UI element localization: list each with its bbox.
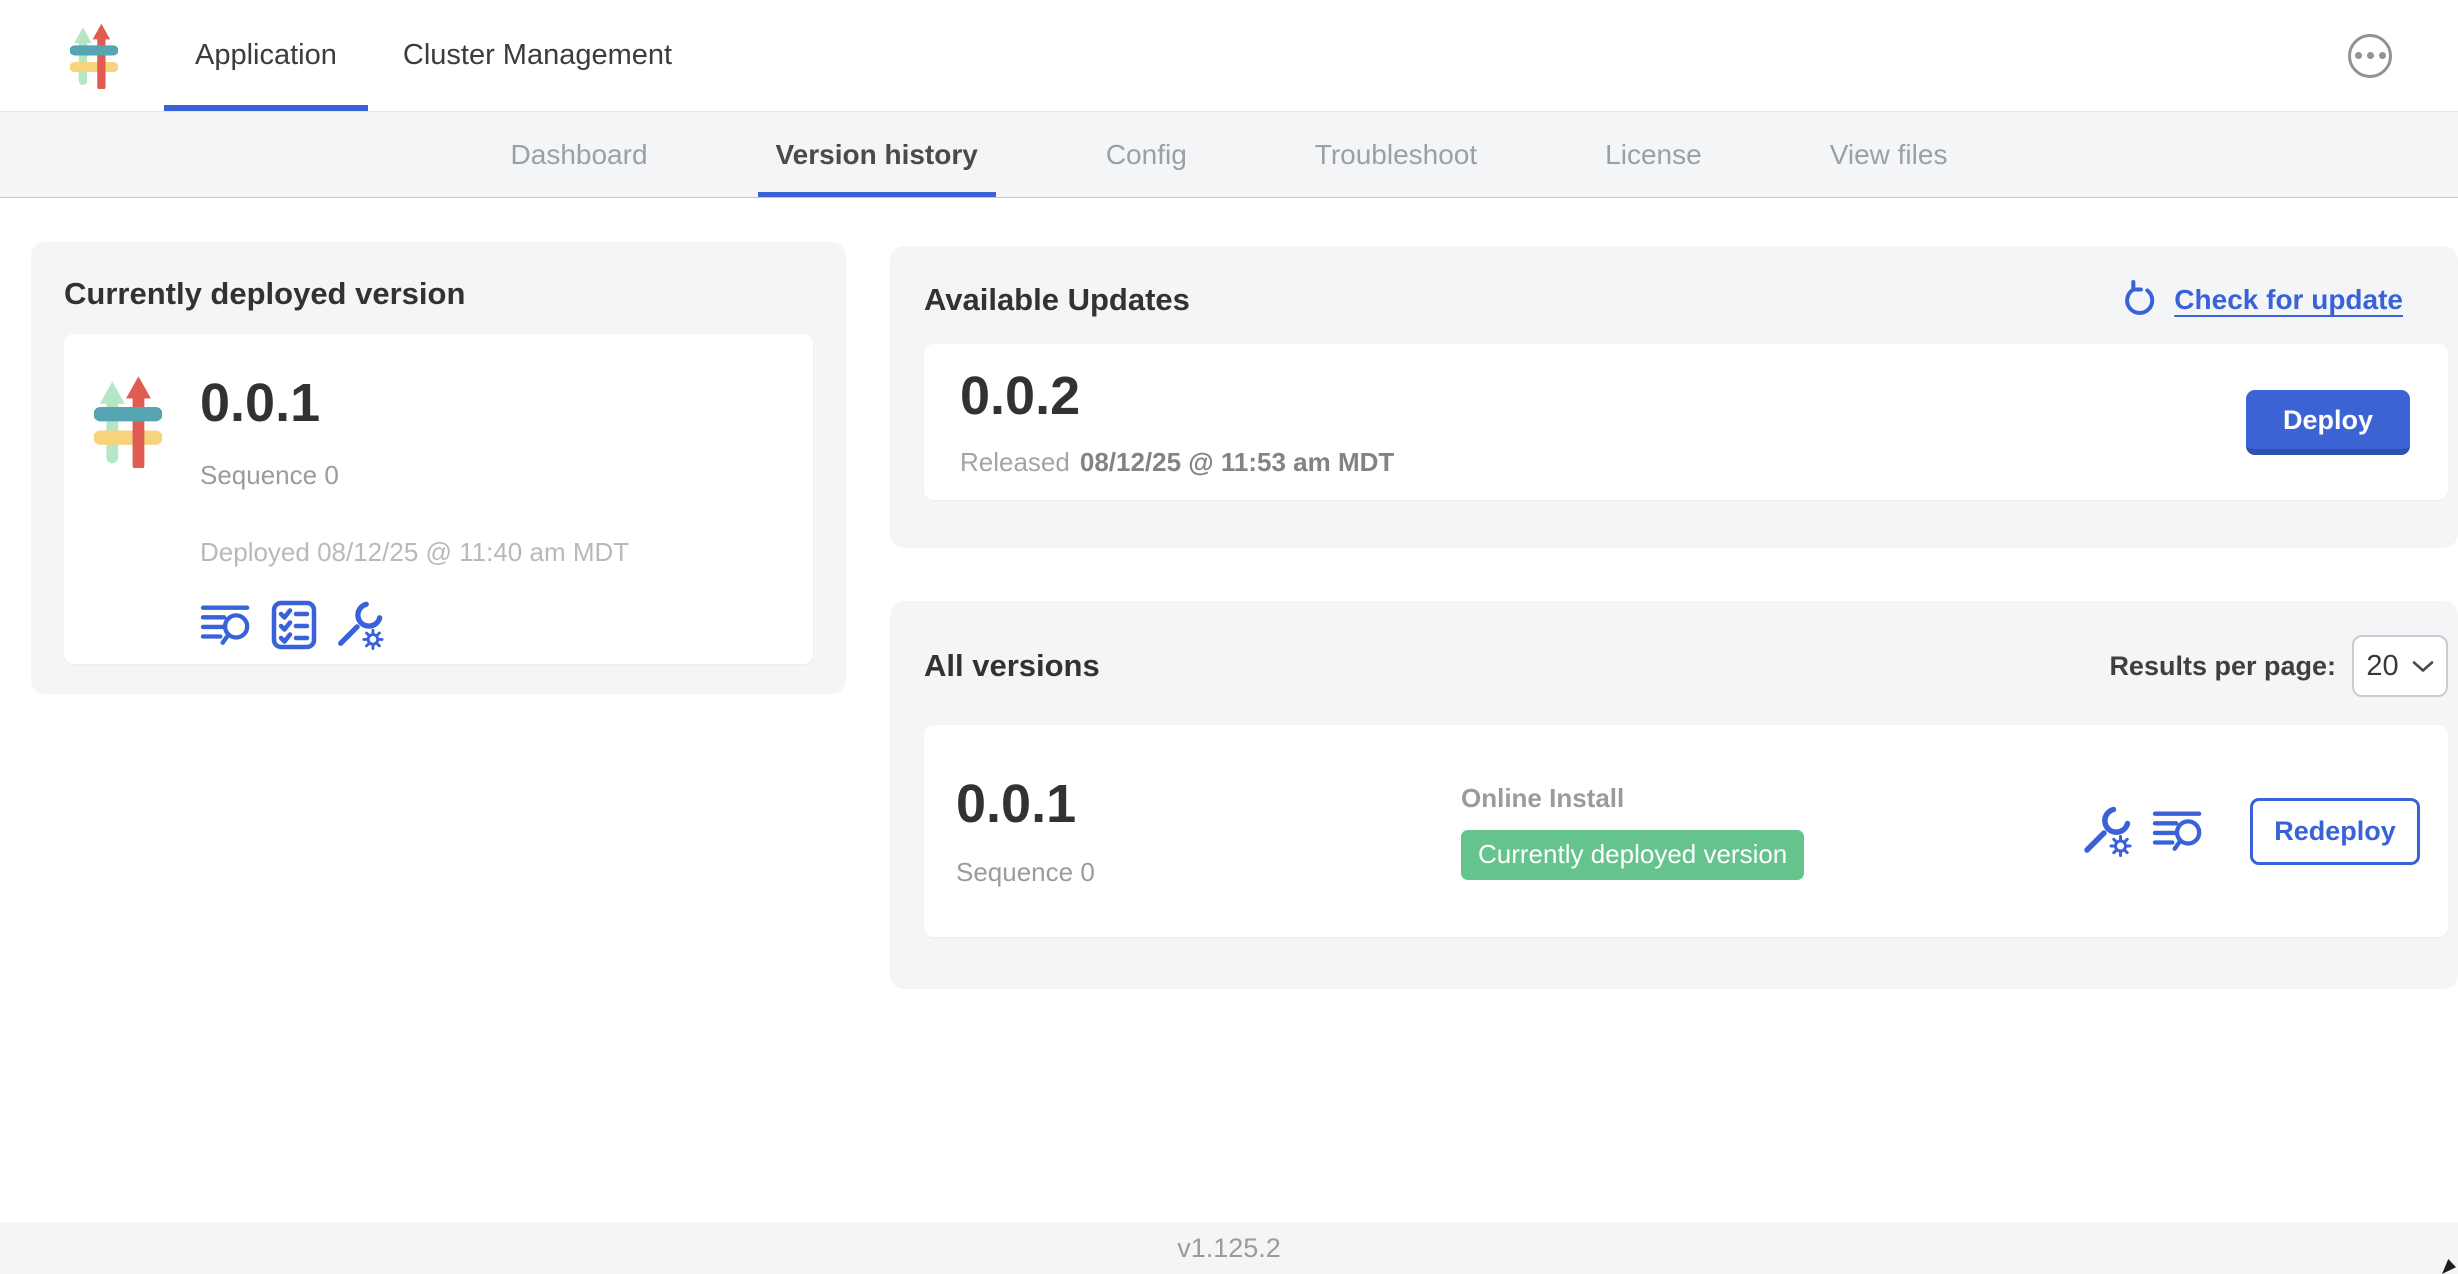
tab-license-label: License: [1605, 139, 1702, 171]
deployed-version-tile: 0.0.1 Sequence 0 Deployed 08/12/25 @ 11:…: [64, 334, 813, 664]
app-logo-icon: [94, 376, 162, 664]
version-row: 0.0.1 Sequence 0 Online Install Currentl…: [924, 725, 2448, 937]
results-per-page-select[interactable]: 20: [2352, 635, 2448, 697]
updates-and-versions-section: Available Updates Check for update 0.0.2: [890, 246, 2458, 989]
redeploy-button[interactable]: Redeploy: [2250, 798, 2420, 865]
deployed-sequence: Sequence 0: [200, 460, 629, 491]
tab-troubleshoot[interactable]: Troubleshoot: [1297, 112, 1495, 197]
row-install-type: Online Install: [1461, 783, 2080, 814]
tab-application-label: Application: [195, 39, 337, 72]
currently-deployed-badge: Currently deployed version: [1461, 830, 1804, 880]
results-per-page-label: Results per page:: [2109, 651, 2336, 682]
tab-license[interactable]: License: [1587, 112, 1720, 197]
available-updates-title: Available Updates: [924, 282, 1190, 318]
update-released-line: Released08/12/25 @ 11:53 am MDT: [960, 447, 1394, 478]
check-for-update-link[interactable]: Check for update: [2120, 280, 2403, 320]
tab-troubleshoot-label: Troubleshoot: [1315, 139, 1477, 171]
app-subnav: Dashboard Version history Config Trouble…: [0, 112, 2458, 198]
console-version: v1.125.2: [1177, 1233, 1281, 1264]
check-for-update-label: Check for update: [2174, 284, 2403, 316]
main-content: Currently deployed version 0.0.1 Sequenc…: [0, 198, 2458, 1222]
release-notes-icon[interactable]: [2152, 807, 2206, 855]
tab-config-label: Config: [1106, 139, 1187, 171]
update-row: 0.0.2 Released08/12/25 @ 11:53 am MDT De…: [924, 344, 2448, 500]
app-logo-icon: [70, 23, 118, 89]
tab-cluster-management[interactable]: Cluster Management: [372, 0, 703, 111]
tab-version-history-label: Version history: [776, 139, 978, 171]
refresh-icon: [2120, 280, 2160, 320]
tab-application[interactable]: Application: [164, 0, 368, 111]
deploy-button[interactable]: Deploy: [2246, 390, 2410, 455]
tab-config[interactable]: Config: [1088, 112, 1205, 197]
config-gear-icon[interactable]: [334, 600, 384, 650]
currently-deployed-card: Currently deployed version 0.0.1 Sequenc…: [31, 242, 846, 694]
release-notes-icon[interactable]: [200, 601, 254, 649]
preflight-checks-icon[interactable]: [271, 600, 317, 650]
tab-version-history[interactable]: Version history: [758, 112, 996, 197]
tab-dashboard[interactable]: Dashboard: [493, 112, 666, 197]
app-footer: v1.125.2: [0, 1222, 2458, 1274]
all-versions-title: All versions: [924, 648, 1100, 684]
deployed-timestamp: Deployed 08/12/25 @ 11:40 am MDT: [200, 537, 629, 568]
update-version-number: 0.0.2: [960, 367, 1394, 425]
all-versions-card: All versions Results per page: 20: [890, 601, 2458, 989]
ellipsis-menu-icon[interactable]: [2348, 34, 2392, 78]
deployed-version-number: 0.0.1: [200, 374, 629, 432]
tab-view-files-label: View files: [1830, 139, 1948, 171]
chevron-down-icon: [2412, 660, 2434, 673]
deployed-version-section: Currently deployed version 0.0.1 Sequenc…: [31, 242, 846, 694]
row-sequence: Sequence 0: [956, 857, 1461, 888]
row-version-number: 0.0.1: [956, 775, 1461, 833]
tab-dashboard-label: Dashboard: [511, 139, 648, 171]
tab-cluster-management-label: Cluster Management: [403, 39, 672, 72]
tab-view-files[interactable]: View files: [1812, 112, 1966, 197]
config-gear-icon[interactable]: [2080, 805, 2132, 857]
available-updates-card: Available Updates Check for update 0.0.2: [890, 246, 2458, 548]
top-navbar: Application Cluster Management: [0, 0, 2458, 112]
deployed-card-title: Currently deployed version: [64, 276, 813, 312]
